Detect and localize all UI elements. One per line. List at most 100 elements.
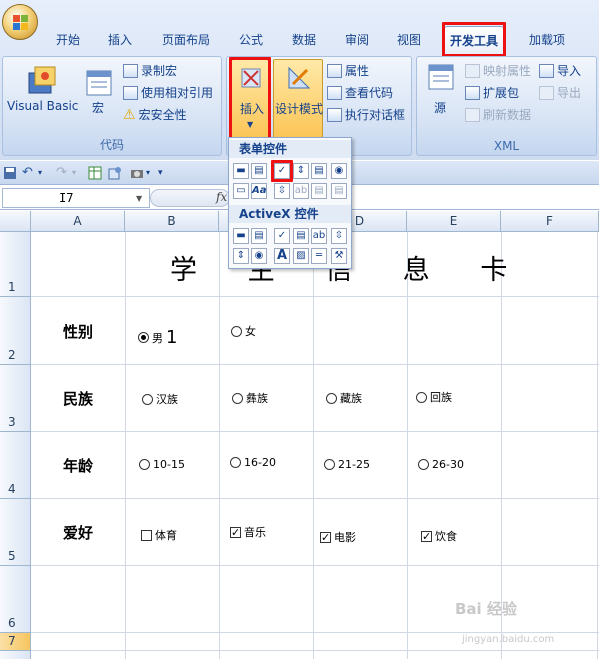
- customize-toolbar-icon[interactable]: ▾: [158, 166, 172, 180]
- xml-source-button[interactable]: 源: [434, 99, 446, 116]
- chevron-down-icon[interactable]: ▼: [136, 194, 142, 203]
- tab-view[interactable]: 视图: [386, 26, 432, 54]
- tab-home[interactable]: 开始: [44, 26, 92, 54]
- form-icon[interactable]: [108, 166, 122, 180]
- radio-ethnicity-hui[interactable]: 回族: [416, 389, 452, 405]
- tab-data[interactable]: 数据: [280, 26, 328, 54]
- import-icon: [539, 63, 554, 78]
- undo-icon[interactable]: ↶: [22, 166, 36, 180]
- radio-age-16-20[interactable]: 16-20: [230, 456, 276, 469]
- activex-option-button-icon[interactable]: ◉: [251, 248, 267, 264]
- checkbox-checked-icon: ✓: [421, 529, 432, 543]
- button-control-icon[interactable]: ▬: [233, 163, 249, 179]
- row-header-6[interactable]: 6: [0, 566, 31, 633]
- radio-icon: [142, 393, 153, 405]
- properties-button[interactable]: 属性: [327, 62, 369, 79]
- macro-button[interactable]: 宏: [92, 99, 104, 116]
- grid-line: [31, 431, 599, 432]
- activex-text-box-icon[interactable]: ab: [311, 228, 327, 244]
- fx-icon[interactable]: fx: [216, 190, 227, 204]
- refresh-data-button[interactable]: 刷新数据: [465, 106, 531, 123]
- text-field-icon[interactable]: ab: [293, 183, 309, 199]
- activex-list-box-icon[interactable]: ▤: [293, 228, 309, 244]
- record-macro-button[interactable]: 录制宏: [123, 62, 177, 79]
- activex-scroll-bar-icon[interactable]: ⇳: [331, 228, 347, 244]
- map-properties-button[interactable]: 映射属性: [465, 62, 531, 79]
- chevron-down-icon[interactable]: ▾: [38, 166, 52, 180]
- radio-age-21-25[interactable]: 21-25: [324, 458, 370, 471]
- relative-reference-label: 使用相对引用: [141, 86, 214, 100]
- label-control-icon[interactable]: Aa: [251, 183, 267, 199]
- column-header-b[interactable]: B: [125, 211, 219, 232]
- activex-label-icon[interactable]: A: [274, 248, 290, 264]
- relative-reference-button[interactable]: 使用相对引用: [123, 84, 213, 101]
- list-box-icon[interactable]: ▤: [311, 163, 327, 179]
- activex-image-icon[interactable]: ▨: [293, 248, 309, 264]
- scroll-bar-icon[interactable]: ⇳: [274, 183, 290, 199]
- radio-male[interactable]: 男1: [138, 327, 177, 348]
- row-header-7[interactable]: 7: [0, 633, 31, 651]
- tab-formulas[interactable]: 公式: [228, 26, 274, 54]
- row-number: 1: [8, 280, 16, 294]
- command-button-icon[interactable]: ▬: [233, 228, 249, 244]
- import-button[interactable]: 导入: [539, 62, 581, 79]
- macro-security-button[interactable]: ⚠ 宏安全性: [123, 106, 187, 123]
- select-all-corner[interactable]: [0, 211, 31, 232]
- tab-page-layout[interactable]: 页面布局: [150, 26, 222, 54]
- redo-icon[interactable]: ↷: [56, 166, 70, 180]
- activex-combo-box-icon[interactable]: ▤: [251, 228, 267, 244]
- spin-button-icon[interactable]: ⇕: [293, 163, 309, 179]
- export-button[interactable]: 导出: [539, 84, 581, 101]
- combo-dropdown-icon[interactable]: ▤: [331, 183, 347, 199]
- expansion-pack-button[interactable]: 扩展包: [465, 84, 519, 101]
- save-icon[interactable]: [3, 166, 17, 180]
- activex-toggle-button-icon[interactable]: ═: [311, 248, 327, 264]
- activex-spin-button-icon[interactable]: ⇕: [233, 248, 249, 264]
- refresh-icon: [465, 107, 480, 122]
- row-header-8[interactable]: [0, 651, 31, 659]
- spreadsheet-icon[interactable]: [88, 166, 102, 180]
- row-header-1[interactable]: 1: [0, 232, 31, 297]
- group-box-icon[interactable]: ▭: [233, 183, 249, 199]
- combo-list-icon[interactable]: ▤: [311, 183, 327, 199]
- radio-female[interactable]: 女: [231, 323, 256, 339]
- radio-age-26-30[interactable]: 26-30: [418, 458, 464, 471]
- radio-ethnicity-zang[interactable]: 藏族: [326, 390, 362, 406]
- checkbox-icon: [141, 529, 152, 541]
- view-code-button[interactable]: 查看代码: [327, 84, 393, 101]
- run-dialog-button[interactable]: 执行对话框: [327, 106, 405, 123]
- checkbox-food[interactable]: ✓ 饮食: [421, 528, 457, 544]
- option-button-icon[interactable]: ◉: [331, 163, 347, 179]
- column-header-f[interactable]: F: [501, 211, 599, 232]
- activex-checkbox-icon[interactable]: ✓: [274, 228, 290, 244]
- record-macro-label: 录制宏: [141, 64, 178, 78]
- more-controls-icon[interactable]: ⚒: [331, 248, 347, 264]
- radio-selected-icon: [138, 332, 149, 343]
- row-header-2[interactable]: 2: [0, 297, 31, 365]
- column-header-e[interactable]: E: [407, 211, 501, 232]
- relative-reference-icon: [123, 85, 138, 100]
- checkbox-music[interactable]: ✓ 音乐: [230, 524, 266, 540]
- camera-icon[interactable]: [130, 166, 144, 180]
- row-header-3[interactable]: 3: [0, 365, 31, 432]
- radio-ethnicity-han[interactable]: 汉族: [142, 391, 178, 407]
- checkbox-movie[interactable]: ✓ 电影: [320, 529, 356, 545]
- checkbox-sports[interactable]: 体育: [141, 527, 177, 543]
- chevron-down-icon[interactable]: ▾: [72, 166, 86, 180]
- row-header-5[interactable]: 5: [0, 499, 31, 566]
- design-mode-button[interactable]: 设计模式: [273, 59, 323, 139]
- watermark: Bai 经验: [455, 600, 517, 618]
- tab-review[interactable]: 审阅: [334, 26, 380, 54]
- tab-insert[interactable]: 插入: [96, 26, 144, 54]
- label-ethnicity: 民族: [63, 390, 94, 408]
- radio-ethnicity-yi[interactable]: 彝族: [232, 390, 268, 406]
- office-button[interactable]: [2, 4, 38, 40]
- combo-box-icon[interactable]: ▤: [251, 163, 267, 179]
- column-header-a[interactable]: A: [31, 211, 125, 232]
- visual-basic-button[interactable]: Visual Basic: [7, 99, 78, 113]
- tab-addins[interactable]: 加载项: [520, 26, 574, 54]
- name-box[interactable]: I7: [2, 188, 150, 208]
- row-header-4[interactable]: 4: [0, 432, 31, 499]
- label-gender: 性别: [63, 323, 94, 341]
- radio-age-10-15[interactable]: 10-15: [139, 458, 185, 471]
